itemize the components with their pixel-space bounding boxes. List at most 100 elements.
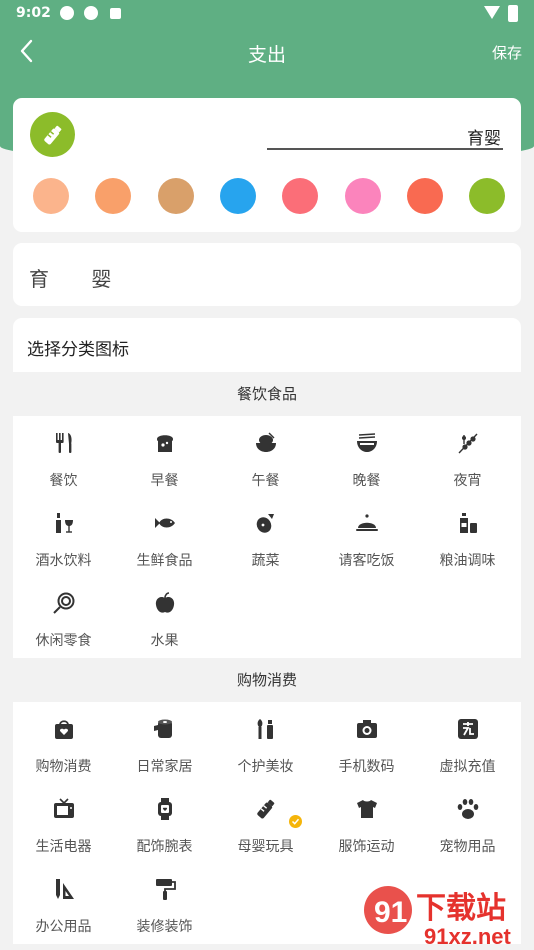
notification-icon (84, 6, 98, 20)
color-swatch[interactable] (344, 178, 381, 214)
category-item[interactable]: 购物消费 (13, 702, 114, 782)
fork-knife-icon (51, 430, 77, 456)
fish-icon (152, 510, 178, 536)
skewer-icon (455, 430, 481, 456)
shopping-bag-icon (51, 716, 77, 742)
category-label: 办公用品 (35, 919, 92, 935)
color-swatch[interactable] (157, 178, 194, 214)
cloche-icon (354, 510, 380, 536)
nav-bar: 支出 保存 (0, 28, 534, 76)
category-label: 个护美妆 (237, 759, 294, 775)
category-item[interactable]: 休闲零食 (13, 576, 114, 656)
category-label: 粮油调味 (439, 553, 496, 569)
category-name-input[interactable]: 育婴 (267, 120, 503, 150)
eggplant-icon (253, 510, 279, 536)
category-label: 酒水饮料 (35, 553, 92, 569)
lollipop-icon (51, 590, 77, 616)
category-item[interactable]: 水果 (114, 576, 215, 656)
category-label: 手机数码 (338, 759, 395, 775)
category-item[interactable]: 蔬菜 (215, 496, 316, 576)
battery-icon (508, 5, 518, 22)
category-preview-label: 育 婴 (29, 267, 130, 291)
category-item[interactable]: 晚餐 (316, 416, 417, 496)
noodle-bowl-icon (354, 430, 380, 456)
selected-check-icon (289, 815, 302, 828)
category-item[interactable]: 手机数码 (316, 702, 417, 782)
apple-icon (152, 590, 178, 616)
category-label: 晚餐 (352, 473, 381, 489)
category-item[interactable]: 夜宵 (417, 416, 518, 496)
category-item[interactable]: 虚拟充值 (417, 702, 518, 782)
baby-bottle-icon (43, 125, 61, 144)
recharge-icon (455, 716, 481, 742)
category-label: 生活电器 (35, 839, 92, 855)
oil-bottle-icon (455, 510, 481, 536)
wifi-icon (484, 6, 500, 19)
category-item[interactable]: 装修装饰 (114, 862, 215, 942)
category-label: 母婴玩具 (237, 839, 294, 855)
save-button[interactable]: 保存 (492, 42, 522, 63)
color-swatch[interactable] (95, 178, 132, 214)
category-label: 请客吃饭 (338, 553, 395, 569)
paw-icon (455, 796, 481, 822)
icon-grid-food: 餐饮 早餐 午餐 晚餐 夜宵 酒水饮料 生鲜食品 蔬菜 请客吃饭 粮油调味 休闲… (13, 416, 521, 658)
status-bar: 9:02 (0, 0, 534, 28)
category-item[interactable]: 服饰运动 (316, 782, 417, 862)
svg-text:91: 91 (374, 896, 407, 929)
notification-icon (110, 8, 121, 19)
category-preview-card: 育 婴 (13, 243, 521, 306)
notification-icon (60, 6, 74, 20)
tshirt-icon (354, 796, 380, 822)
category-label: 宠物用品 (439, 839, 496, 855)
category-editor-card: 育婴 (13, 98, 521, 232)
paint-roller-icon (152, 876, 178, 902)
category-item[interactable]: 粮油调味 (417, 496, 518, 576)
category-label: 午餐 (251, 473, 280, 489)
category-item[interactable]: 母婴玩具 (215, 782, 316, 862)
icon-picker-title: 选择分类图标 (27, 340, 129, 360)
category-label: 装修装饰 (136, 919, 193, 935)
category-label: 生鲜食品 (136, 553, 193, 569)
tv-icon (51, 796, 77, 822)
color-swatch[interactable] (282, 178, 319, 214)
rice-bowl-icon (253, 430, 279, 456)
tissue-roll-icon (152, 716, 178, 742)
color-swatch[interactable] (33, 178, 69, 214)
category-label: 购物消费 (35, 759, 92, 775)
category-item[interactable]: 办公用品 (13, 862, 114, 942)
category-label: 早餐 (150, 473, 179, 489)
watermark-url: 91xz.net (424, 924, 511, 949)
category-item[interactable]: 早餐 (114, 416, 215, 496)
category-label: 配饰腕表 (136, 839, 193, 855)
category-item[interactable]: 午餐 (215, 416, 316, 496)
color-swatch[interactable] (469, 178, 505, 214)
color-swatches (33, 178, 505, 214)
watermark-title: 下载站 (416, 891, 506, 926)
category-item[interactable]: 生鲜食品 (114, 496, 215, 576)
color-swatch[interactable] (219, 178, 256, 214)
selected-category-icon[interactable] (30, 112, 75, 157)
category-label: 日常家居 (136, 759, 193, 775)
makeup-brush-icon (253, 716, 279, 742)
category-item[interactable]: 日常家居 (114, 702, 215, 782)
category-label: 蔬菜 (251, 553, 280, 569)
toast-icon (152, 430, 178, 456)
category-item[interactable]: 请客吃饭 (316, 496, 417, 576)
category-item[interactable]: 个护美妆 (215, 702, 316, 782)
camera-icon (354, 716, 380, 742)
category-item[interactable]: 配饰腕表 (114, 782, 215, 862)
category-item[interactable]: 生活电器 (13, 782, 114, 862)
category-label: 水果 (150, 633, 179, 649)
baby-bottle-icon (253, 796, 279, 822)
category-item[interactable]: 酒水饮料 (13, 496, 114, 576)
page-title: 支出 (247, 44, 286, 66)
category-item[interactable]: 餐饮 (13, 416, 114, 496)
category-item[interactable]: 宠物用品 (417, 782, 518, 862)
watermark-logo: 91 下载站 91xz.net (360, 880, 534, 950)
pencil-ruler-icon (51, 876, 77, 902)
icon-picker-header: 选择分类图标 (13, 318, 521, 372)
section-title: 餐饮食品 (236, 385, 297, 403)
category-label: 虚拟充值 (439, 759, 496, 775)
color-swatch[interactable] (406, 178, 443, 214)
wine-icon (51, 510, 77, 536)
